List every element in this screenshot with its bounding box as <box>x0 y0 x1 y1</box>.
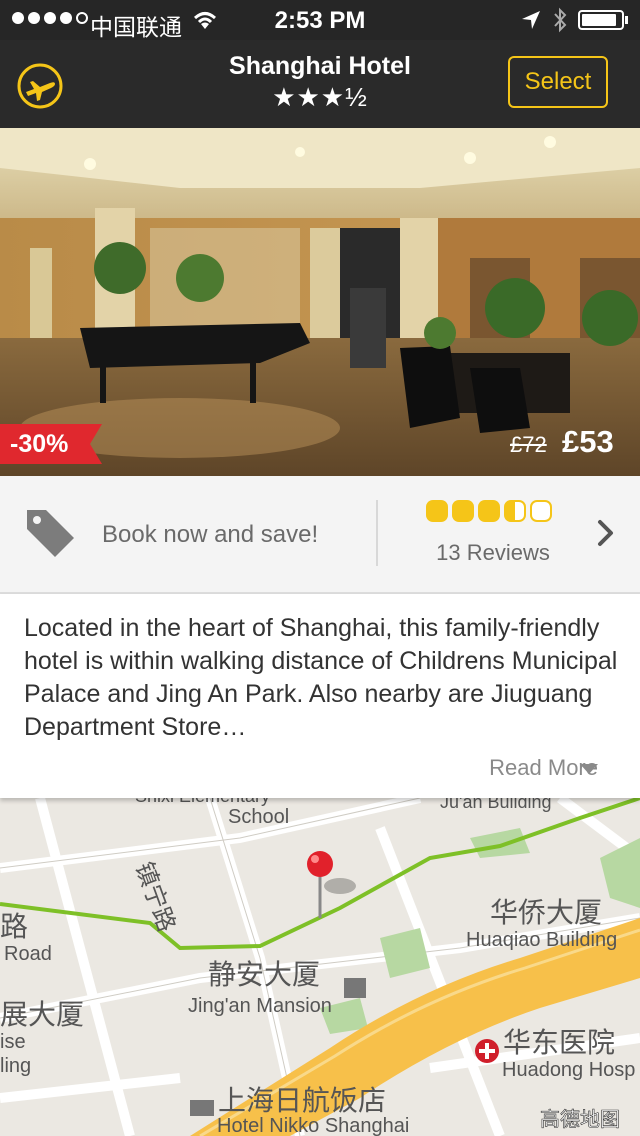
map-label-ling: ling <box>0 1055 31 1077</box>
map-label-school-top: Shixi Elementary <box>135 798 270 806</box>
review-rating[interactable] <box>426 500 552 522</box>
battery-icon <box>578 10 628 30</box>
navigation-bar: Shanghai Hotel ★★★½ Select <box>0 40 640 128</box>
sale-price: £53 <box>562 424 614 459</box>
location-map[interactable]: Shixi Elementary School Ju'an Building 镇… <box>0 798 640 1136</box>
hotel-description: Located in the heart of Shanghai, this f… <box>0 594 640 798</box>
rating-dot <box>452 500 474 522</box>
map-label-road-left-en: Road <box>4 943 52 965</box>
map-label-road-left-cn: 路 <box>0 910 28 943</box>
divider <box>376 500 378 566</box>
bluetooth-icon <box>552 7 568 39</box>
booking-info-row: Book now and save! 13 Reviews <box>0 476 640 594</box>
map-label-nikko-cn: 上海日航饭店 <box>218 1084 386 1117</box>
map-label-zhan-cn: 展大厦 <box>0 998 84 1031</box>
rating-dot <box>426 500 448 522</box>
map-label-school: School <box>228 806 289 828</box>
map-label-ise: ise <box>0 1031 26 1053</box>
map-label-nikko-en: Hotel Nikko Shanghai <box>217 1115 409 1136</box>
map-label-huadong-en: Huadong Hosp <box>502 1059 635 1081</box>
chevron-right-icon[interactable] <box>596 518 616 553</box>
caret-down-icon[interactable] <box>580 764 598 774</box>
map-label-huaqiao-en: Huaqiao Building <box>466 929 617 951</box>
description-text: Located in the heart of Shanghai, this f… <box>24 614 618 741</box>
map-attribution: 高德地图 <box>540 1107 620 1131</box>
map-label-huadong-cn: 华东医院 <box>503 1026 615 1059</box>
reviews-count[interactable]: 13 Reviews <box>392 540 594 566</box>
map-label-jingan-cn: 静安大厦 <box>208 958 320 991</box>
map-label-jingan-en: Jing'an Mansion <box>188 995 332 1017</box>
discount-ribbon: -30% <box>0 424 102 464</box>
select-button[interactable]: Select <box>508 56 608 108</box>
rating-dot <box>530 500 552 522</box>
map-label-building-top: Ju'an Building <box>440 798 552 812</box>
original-price: £72 <box>510 432 547 457</box>
rating-dot <box>504 500 526 522</box>
clock: 2:53 PM <box>274 7 366 34</box>
discount-label: -30% <box>10 430 69 458</box>
book-now-text: Book now and save! <box>102 521 319 548</box>
price-tag-icon <box>24 506 78 565</box>
location-arrow-icon <box>520 9 542 37</box>
rating-dot <box>478 500 500 522</box>
status-bar: 中国联通 2:53 PM <box>0 0 640 40</box>
map-label-huaqiao-cn: 华侨大厦 <box>490 896 602 929</box>
